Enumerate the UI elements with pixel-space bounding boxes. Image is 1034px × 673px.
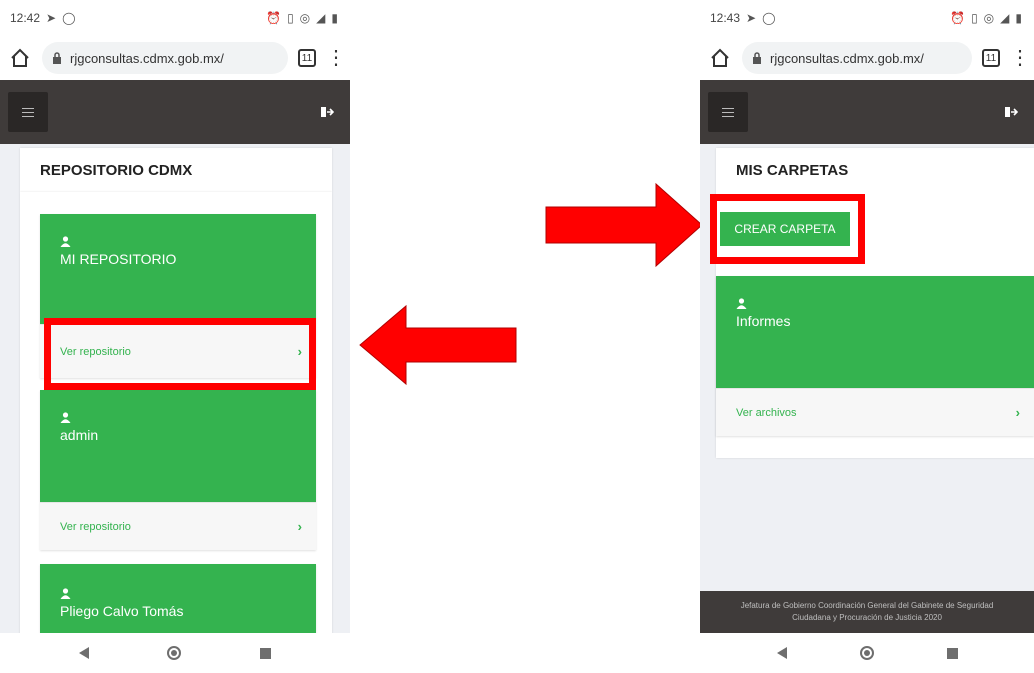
user-icon <box>60 236 71 247</box>
alarm-icon: ⏰ <box>950 11 966 25</box>
battery-icon: ▮ <box>1015 11 1022 25</box>
red-arrow-left <box>359 304 517 386</box>
logout-icon[interactable] <box>320 106 334 118</box>
page-content: MIS CARPETAS CREAR CARPETA Informes Ver … <box>700 144 1034 673</box>
chevron-right-icon: › <box>1015 405 1020 420</box>
card-name: Informes <box>736 313 791 329</box>
whatsapp-icon: ◯ <box>62 11 76 25</box>
red-highlight-box <box>710 194 865 264</box>
hamburger-icon[interactable] <box>8 92 48 132</box>
card-name: MI REPOSITORIO <box>60 251 177 267</box>
status-bar: 12:43 ➤ ◯ ⏰ ▯ ◎ ◢ ▮ <box>700 0 1034 36</box>
red-highlight-box <box>44 318 316 390</box>
tabs-icon[interactable]: 11 <box>982 49 1000 67</box>
logout-icon[interactable] <box>1004 106 1018 118</box>
signal-icon: ◢ <box>316 11 326 25</box>
browser-toolbar: rjgconsultas.cdmx.gob.mx/ 11 ⋮ <box>700 36 1034 80</box>
user-icon <box>736 298 747 309</box>
home-icon[interactable] <box>708 46 732 70</box>
status-time: 12:43 <box>710 11 741 25</box>
url-text: rjgconsultas.cdmx.gob.mx/ <box>70 50 224 66</box>
browser-toolbar: rjgconsultas.cdmx.gob.mx/ 11 ⋮ <box>0 36 350 80</box>
site-navbar <box>0 80 350 144</box>
recents-icon[interactable] <box>946 647 958 659</box>
card-mi-repositorio: MI REPOSITORIO <box>40 214 316 324</box>
footer-line-2: Ciudadana y Procuración de Justicia 2020 <box>792 613 942 622</box>
menu-icon[interactable]: ⋮ <box>326 48 346 68</box>
back-icon[interactable] <box>776 647 787 659</box>
url-bar[interactable]: rjgconsultas.cdmx.gob.mx/ <box>42 42 288 74</box>
link-label: Ver archivos <box>736 406 797 419</box>
lock-icon <box>753 52 761 64</box>
page-title: REPOSITORIO CDMX <box>40 162 193 179</box>
status-time: 12:42 <box>10 11 41 25</box>
user-icon <box>60 588 71 599</box>
url-bar[interactable]: rjgconsultas.cdmx.gob.mx/ <box>742 42 972 74</box>
card-informes: Informes <box>716 276 1034 388</box>
phone-screen-right: 12:43 ➤ ◯ ⏰ ▯ ◎ ◢ ▮ rjgconsultas.cdmx.go… <box>700 0 1034 673</box>
battery-icon: ▮ <box>331 11 338 25</box>
recents-icon[interactable] <box>259 647 271 659</box>
site-navbar <box>700 80 1034 144</box>
navigation-icon: ➤ <box>746 11 757 25</box>
card-admin: admin <box>40 390 316 502</box>
card-name: admin <box>60 427 99 443</box>
hotspot-icon: ◎ <box>983 11 995 25</box>
system-nav-bar <box>0 633 350 673</box>
tabs-icon[interactable]: 11 <box>298 49 316 67</box>
status-bar: 12:42 ➤ ◯ ⏰ ▯ ◎ ◢ ▮ <box>0 0 350 36</box>
url-text: rjgconsultas.cdmx.gob.mx/ <box>770 50 924 66</box>
signal-icon: ◢ <box>1000 11 1010 25</box>
menu-icon[interactable]: ⋮ <box>1010 48 1030 68</box>
red-arrow-right <box>545 182 703 268</box>
vibrate-icon: ▯ <box>287 11 294 25</box>
page-title: MIS CARPETAS <box>736 162 849 179</box>
back-icon[interactable] <box>79 647 90 659</box>
repositorio-panel: REPOSITORIO CDMX <box>20 148 332 192</box>
page-content: REPOSITORIO CDMX MI REPOSITORIO Ver repo… <box>0 144 350 673</box>
home-icon[interactable] <box>8 46 32 70</box>
system-nav-bar <box>700 633 1034 673</box>
footer-line-1: Jefatura de Gobierno Coordinación Genera… <box>740 601 994 610</box>
vibrate-icon: ▯ <box>971 11 978 25</box>
lock-icon <box>53 52 61 64</box>
whatsapp-icon: ◯ <box>762 11 776 25</box>
user-icon <box>60 412 71 423</box>
link-label: Ver repositorio <box>60 520 131 533</box>
hotspot-icon: ◎ <box>299 11 311 25</box>
navigation-icon: ➤ <box>46 11 57 25</box>
home-circle-icon[interactable] <box>859 646 874 660</box>
alarm-icon: ⏰ <box>266 11 282 25</box>
site-footer: Jefatura de Gobierno Coordinación Genera… <box>700 591 1034 633</box>
hamburger-icon[interactable] <box>708 92 748 132</box>
card-name: Pliego Calvo Tomás <box>60 603 184 619</box>
chevron-right-icon: › <box>297 519 302 534</box>
ver-archivos-link[interactable]: Ver archivos › <box>716 388 1034 436</box>
ver-repositorio-link[interactable]: Ver repositorio › <box>40 502 316 550</box>
phone-screen-left: 12:42 ➤ ◯ ⏰ ▯ ◎ ◢ ▮ rjgconsultas.cdmx.go… <box>0 0 350 673</box>
home-circle-icon[interactable] <box>167 646 182 660</box>
